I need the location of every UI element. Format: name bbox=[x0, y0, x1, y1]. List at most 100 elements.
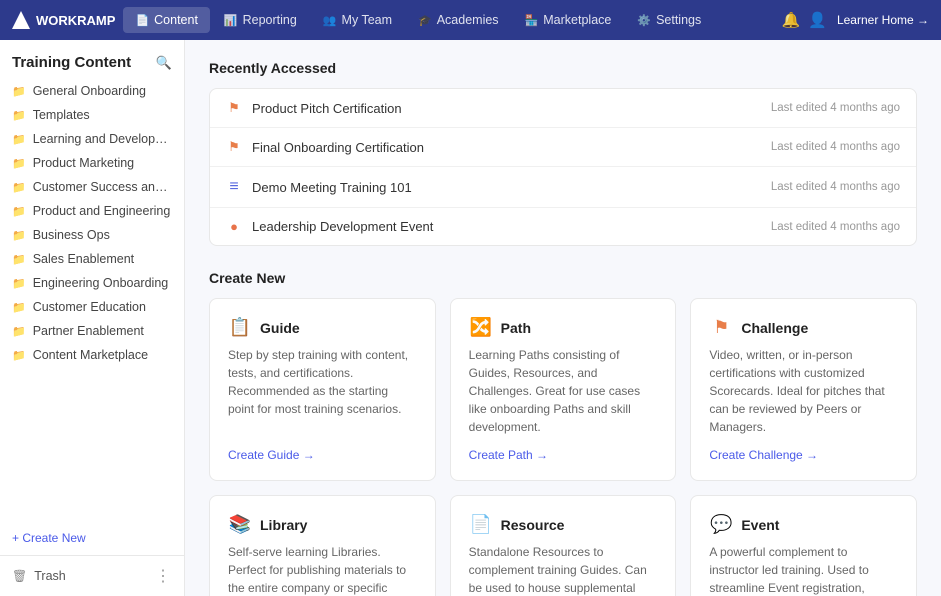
recent-item-left: ⚑ Product Pitch Certification bbox=[226, 100, 402, 116]
more-options-icon[interactable]: ⋮ bbox=[155, 566, 172, 586]
sidebar-item-label: Business Ops bbox=[33, 228, 110, 242]
sidebar-item-label: Partner Enablement bbox=[33, 324, 144, 338]
logo[interactable]: WORKRAMP bbox=[12, 11, 115, 29]
sidebar-item-content-marketplace[interactable]: 📁 Content Marketplace bbox=[4, 343, 180, 367]
event-icon: ● bbox=[226, 219, 242, 234]
recent-item-time: Last edited 4 months ago bbox=[771, 221, 900, 233]
create-card-library: 📚 Library Self-serve learning Libraries.… bbox=[209, 495, 436, 596]
card-title-path: Path bbox=[501, 320, 531, 336]
create-card-event: 💬 Event A powerful complement to instruc… bbox=[690, 495, 917, 596]
guide-icon: 📋 bbox=[228, 317, 252, 338]
folder-icon: 📁 bbox=[12, 349, 26, 362]
library-icon: 📚 bbox=[228, 514, 252, 535]
card-header-path: 🔀 Path bbox=[469, 317, 658, 338]
nav-right: 🔔 👤 Learner Home → bbox=[782, 11, 929, 29]
create-path-button[interactable]: Create Path → bbox=[469, 448, 658, 462]
resource-icon: 📄 bbox=[469, 514, 493, 535]
sidebar-item-templates[interactable]: 📁 Templates bbox=[4, 103, 180, 127]
sidebar-item-product-marketing[interactable]: 📁 Product Marketing bbox=[4, 151, 180, 175]
folder-icon: 📁 bbox=[12, 301, 26, 314]
create-card-resource: 📄 Resource Standalone Resources to compl… bbox=[450, 495, 677, 596]
reporting-icon: 📊 bbox=[224, 14, 238, 27]
sidebar-search-icon[interactable]: 🔍 bbox=[156, 55, 172, 71]
create-card-challenge: ⚑ Challenge Video, written, or in-person… bbox=[690, 298, 917, 481]
recent-item-leadership-event[interactable]: ● Leadership Development Event Last edit… bbox=[210, 208, 916, 245]
recent-item-final-onboarding[interactable]: ⚑ Final Onboarding Certification Last ed… bbox=[210, 128, 916, 167]
notification-icon[interactable]: 🔔 bbox=[782, 11, 801, 29]
top-nav: WORKRAMP 📄 Content 📊 Reporting 👥 My Team… bbox=[0, 0, 941, 40]
sidebar-create-new[interactable]: + Create New bbox=[0, 521, 184, 555]
folder-icon: 📁 bbox=[12, 277, 26, 290]
nav-tab-settings[interactable]: ⚙️ Settings bbox=[625, 7, 713, 33]
create-challenge-button[interactable]: Create Challenge → bbox=[709, 448, 898, 462]
marketplace-icon: 🏪 bbox=[525, 14, 539, 27]
sidebar-item-label: Learning and Development bbox=[33, 132, 172, 146]
sidebar-item-engineering-onboarding[interactable]: 📁 Engineering Onboarding bbox=[4, 271, 180, 295]
nav-tab-myteam[interactable]: 👥 My Team bbox=[311, 7, 404, 33]
nav-tab-academies[interactable]: 🎓 Academies bbox=[406, 7, 511, 33]
sidebar-footer: 🗑 Trash ⋮ bbox=[0, 555, 184, 596]
card-description-challenge: Video, written, or in-person certificati… bbox=[709, 346, 898, 436]
myteam-icon: 👥 bbox=[323, 14, 337, 27]
nav-tab-content[interactable]: 📄 Content bbox=[123, 7, 209, 33]
learner-home-link[interactable]: Learner Home → bbox=[837, 13, 929, 27]
sidebar-item-label: Sales Enablement bbox=[33, 252, 134, 266]
recent-item-name: Product Pitch Certification bbox=[252, 101, 402, 116]
sidebar-item-label: General Onboarding bbox=[33, 84, 146, 98]
folder-icon: 📁 bbox=[12, 205, 26, 218]
card-header-guide: 📋 Guide bbox=[228, 317, 417, 338]
recent-item-name: Leadership Development Event bbox=[252, 219, 433, 234]
create-card-guide: 📋 Guide Step by step training with conte… bbox=[209, 298, 436, 481]
sidebar-item-label: Engineering Onboarding bbox=[33, 276, 169, 290]
sidebar-item-customer-success[interactable]: 📁 Customer Success and Supp... bbox=[4, 175, 180, 199]
card-header-challenge: ⚑ Challenge bbox=[709, 317, 898, 338]
settings-icon: ⚙️ bbox=[637, 14, 651, 27]
trash-icon: 🗑 bbox=[12, 569, 27, 583]
card-description-event: A powerful complement to instructor led … bbox=[709, 543, 898, 596]
sidebar-item-learning-development[interactable]: 📁 Learning and Development bbox=[4, 127, 180, 151]
folder-icon: 📁 bbox=[12, 85, 26, 98]
card-description-path: Learning Paths consisting of Guides, Res… bbox=[469, 346, 658, 436]
sidebar-item-customer-education[interactable]: 📁 Customer Education bbox=[4, 295, 180, 319]
logo-icon bbox=[12, 11, 30, 29]
card-title-guide: Guide bbox=[260, 320, 300, 336]
trash-link[interactable]: 🗑 Trash bbox=[12, 569, 66, 583]
academies-icon: 🎓 bbox=[418, 14, 432, 27]
user-icon[interactable]: 👤 bbox=[808, 11, 827, 29]
recent-item-demo-meeting[interactable]: ≡ Demo Meeting Training 101 Last edited … bbox=[210, 167, 916, 208]
main-content: Recently Accessed ⚑ Product Pitch Certif… bbox=[185, 40, 941, 596]
create-new-title: Create New bbox=[209, 270, 917, 286]
sidebar-items: 📁 General Onboarding 📁 Templates 📁 Learn… bbox=[0, 79, 184, 521]
sidebar-item-sales-enablement[interactable]: 📁 Sales Enablement bbox=[4, 247, 180, 271]
challenge-icon: ⚑ bbox=[709, 317, 733, 338]
card-header-library: 📚 Library bbox=[228, 514, 417, 535]
folder-icon: 📁 bbox=[12, 157, 26, 170]
trash-label: Trash bbox=[34, 569, 66, 583]
event-icon: 💬 bbox=[709, 514, 733, 535]
sidebar-header: Training Content 🔍 bbox=[0, 40, 184, 79]
nav-tab-marketplace[interactable]: 🏪 Marketplace bbox=[513, 7, 624, 33]
card-header-resource: 📄 Resource bbox=[469, 514, 658, 535]
sidebar: Training Content 🔍 📁 General Onboarding … bbox=[0, 40, 185, 596]
logo-text: WORKRAMP bbox=[36, 13, 115, 28]
sidebar-item-label: Product Marketing bbox=[33, 156, 134, 170]
recent-item-product-pitch[interactable]: ⚑ Product Pitch Certification Last edite… bbox=[210, 89, 916, 128]
recent-item-left: ≡ Demo Meeting Training 101 bbox=[226, 178, 412, 196]
card-title-library: Library bbox=[260, 517, 307, 533]
card-description-resource: Standalone Resources to complement train… bbox=[469, 543, 658, 596]
sidebar-item-general-onboarding[interactable]: 📁 General Onboarding bbox=[4, 79, 180, 103]
recent-item-left: ⚑ Final Onboarding Certification bbox=[226, 139, 424, 155]
folder-icon: 📁 bbox=[12, 229, 26, 242]
sidebar-item-product-engineering[interactable]: 📁 Product and Engineering bbox=[4, 199, 180, 223]
card-description-guide: Step by step training with content, test… bbox=[228, 346, 417, 436]
sidebar-item-partner-enablement[interactable]: 📁 Partner Enablement bbox=[4, 319, 180, 343]
recent-item-name: Demo Meeting Training 101 bbox=[252, 180, 412, 195]
sidebar-item-business-ops[interactable]: 📁 Business Ops bbox=[4, 223, 180, 247]
nav-tab-reporting[interactable]: 📊 Reporting bbox=[212, 7, 309, 33]
folder-icon: 📁 bbox=[12, 181, 26, 194]
recent-item-time: Last edited 4 months ago bbox=[771, 141, 900, 153]
list-icon: ≡ bbox=[226, 178, 242, 196]
card-title-resource: Resource bbox=[501, 517, 565, 533]
create-guide-button[interactable]: Create Guide → bbox=[228, 448, 417, 462]
sidebar-item-label: Templates bbox=[33, 108, 90, 122]
